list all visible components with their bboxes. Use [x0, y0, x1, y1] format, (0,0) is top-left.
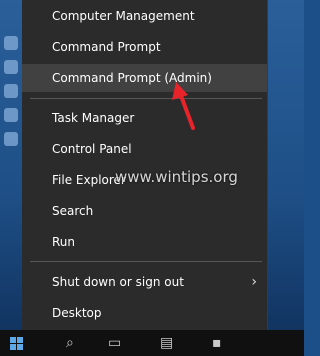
windows-logo-icon[interactable]	[10, 337, 23, 350]
task-view-icon[interactable]: ▭	[108, 335, 121, 351]
annotation-arrow-icon	[172, 82, 195, 130]
folder-icon[interactable]: ▤	[160, 335, 173, 351]
pin-icon[interactable]: ▪	[212, 335, 222, 351]
taskbar: ⌕ ▭ ▤ ▪	[0, 330, 304, 356]
search-icon[interactable]: ⌕	[66, 335, 74, 351]
